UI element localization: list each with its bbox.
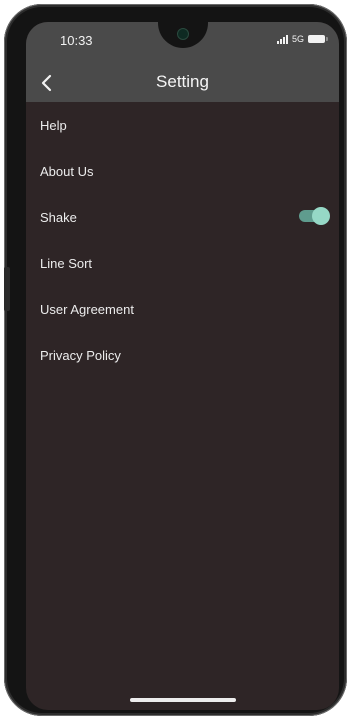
- menu-item-label: Line Sort: [40, 255, 93, 271]
- status-time: 10:33: [60, 33, 93, 48]
- shake-toggle[interactable]: [299, 207, 330, 225]
- menu-item-user-agreement[interactable]: User Agreement: [26, 286, 339, 332]
- battery-icon: [308, 35, 328, 43]
- toggle-knob: [312, 207, 330, 225]
- status-bar: 10:33 5G: [26, 22, 339, 64]
- menu-item-label: Privacy Policy: [40, 347, 121, 363]
- menu-item-privacy-policy[interactable]: Privacy Policy: [26, 332, 339, 378]
- side-button: [4, 267, 10, 311]
- menu-item-label: About Us: [40, 163, 94, 179]
- home-indicator[interactable]: [130, 698, 236, 702]
- status-indicators: 5G: [276, 34, 328, 44]
- screen: 10:33 5G Setting Help About Us Shake Lin…: [26, 22, 339, 710]
- settings-menu: Help About Us Shake Line Sort User Agree…: [26, 102, 339, 378]
- front-camera-icon: [177, 28, 189, 40]
- menu-item-about-us[interactable]: About Us: [26, 148, 339, 194]
- header-bar: Setting: [26, 64, 339, 102]
- menu-item-label: Shake: [40, 209, 77, 225]
- menu-item-help[interactable]: Help: [26, 102, 339, 148]
- menu-item-label: Help: [40, 117, 67, 133]
- menu-item-shake: Shake: [26, 194, 339, 240]
- menu-item-line-sort[interactable]: Line Sort: [26, 240, 339, 286]
- phone-frame: 10:33 5G Setting Help About Us Shake Lin…: [4, 4, 347, 716]
- menu-item-label: User Agreement: [40, 301, 134, 317]
- camera-notch: [158, 22, 208, 48]
- signal-bars-icon: [276, 34, 288, 44]
- network-type: 5G: [291, 34, 304, 44]
- page-title: Setting: [156, 72, 209, 91]
